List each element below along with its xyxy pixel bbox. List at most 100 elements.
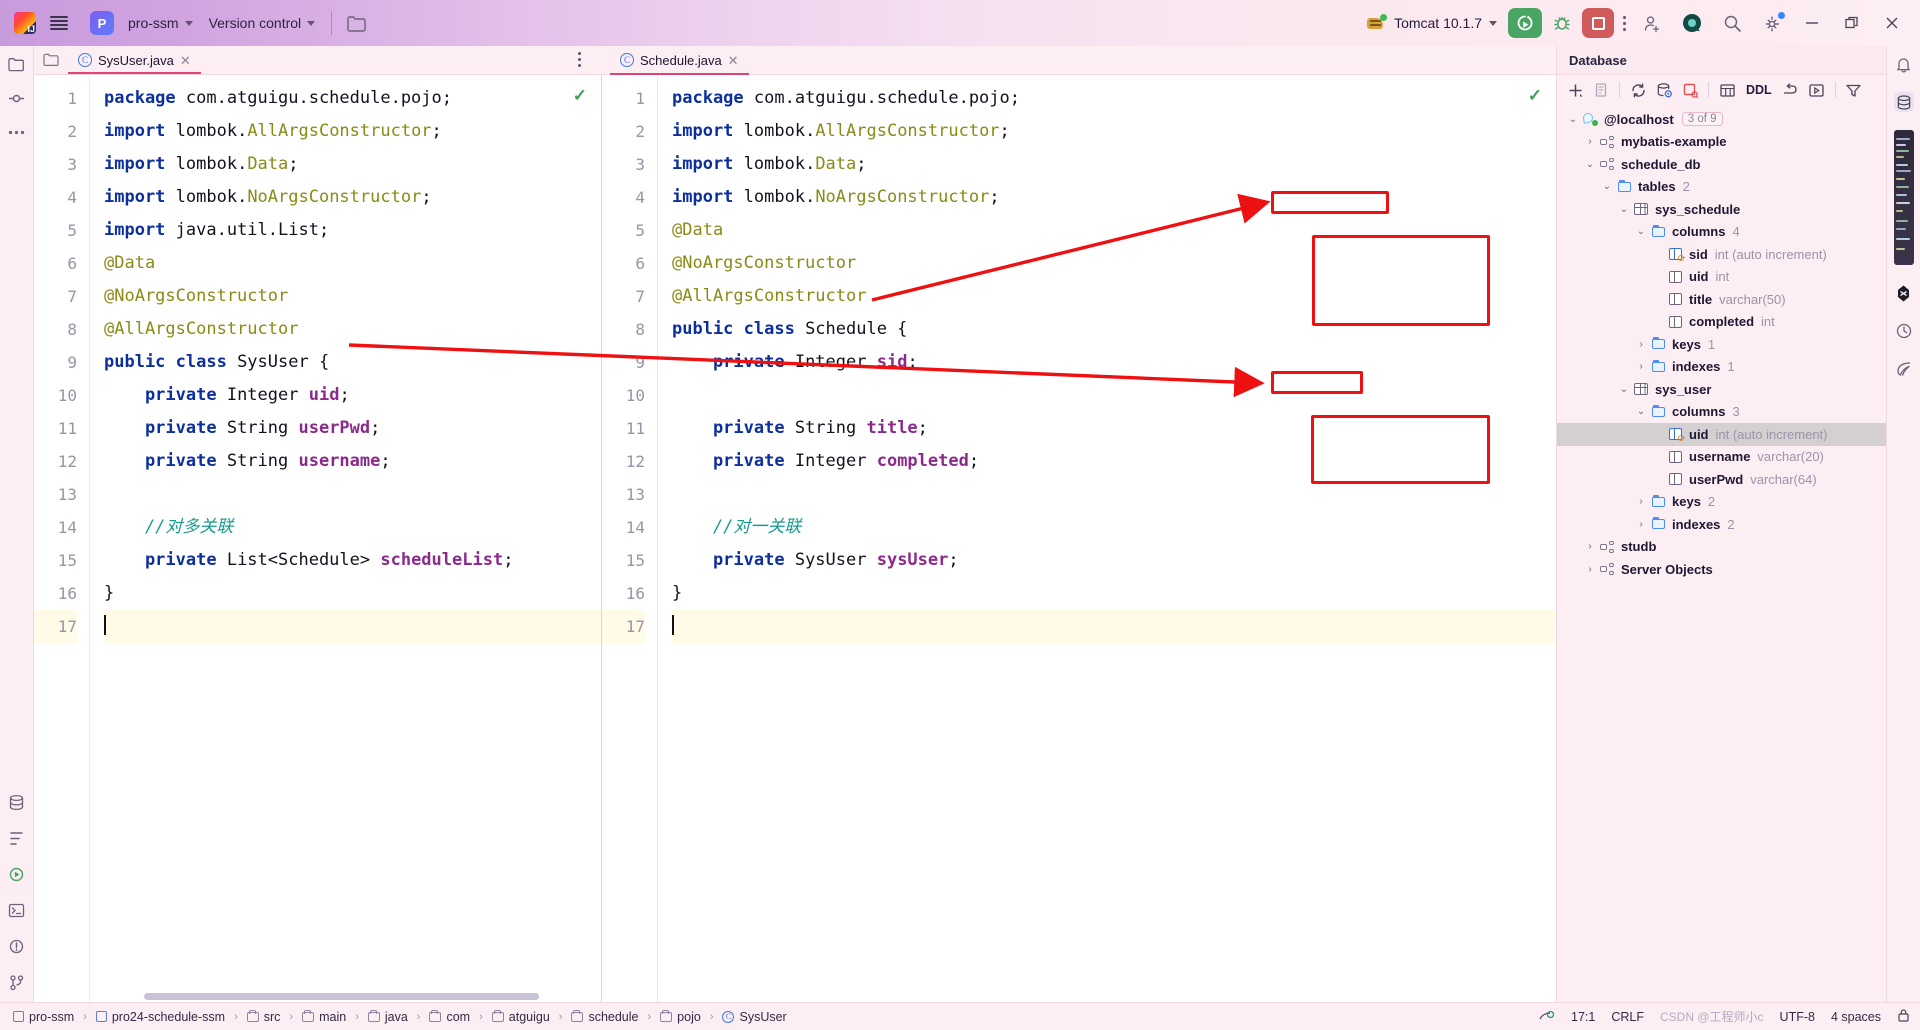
settings-gear-icon[interactable] [1752,6,1792,40]
breadcrumb-item[interactable]: C SysUser [719,1010,789,1024]
code-line[interactable]: import lombok.NoArgsConstructor; [672,181,1556,214]
account-avatar-icon[interactable] [1672,6,1712,40]
code-line[interactable]: import lombok.Data; [672,148,1556,181]
refresh-icon[interactable] [1626,79,1650,101]
open-folder-icon[interactable] [340,6,374,40]
db-tree-row[interactable]: ⌄ sys_user [1557,378,1886,401]
notifications-icon[interactable] [1894,54,1914,74]
magnifier-status-icon[interactable] [1538,1008,1555,1026]
services-tool-window-icon[interactable] [7,864,27,884]
chevron-right-icon[interactable]: › [1633,339,1649,350]
new-query-icon[interactable] [1678,79,1702,101]
project-selector[interactable]: P pro-ssm [82,8,201,38]
chevron-down-icon[interactable]: ⌄ [1616,384,1632,395]
code-line[interactable]: ​ [104,478,601,511]
chevron-down-icon[interactable]: ⌄ [1582,159,1598,170]
code-line[interactable]: private Integer sid; [672,346,1556,379]
run-button[interactable] [1508,8,1542,38]
db-tree-row[interactable]: username varchar(20) [1557,446,1886,469]
history-side-icon[interactable] [1894,321,1914,341]
code-line[interactable]: @NoArgsConstructor [672,247,1556,280]
code-line[interactable]: private Integer uid; [104,379,601,412]
hamburger-menu-icon[interactable] [42,6,76,40]
filter-icon[interactable] [1842,79,1866,101]
table-view-icon[interactable] [1715,79,1739,101]
breadcrumb-item[interactable]: pro24-schedule-ssm [93,1010,228,1024]
code-line[interactable]: @AllArgsConstructor [104,313,601,346]
code-line[interactable]: @Data [104,247,601,280]
db-tree-row[interactable]: › indexes 1 [1557,356,1886,379]
db-tree-row[interactable]: › mybatis-example [1557,131,1886,154]
database-settings-icon[interactable] [1652,79,1676,101]
chevron-down-icon[interactable]: ⌄ [1565,114,1581,125]
ddl-button[interactable]: DDL [1741,83,1777,97]
leaf-side-icon[interactable] [1894,359,1914,379]
code-line[interactable]: private String userPwd; [104,412,601,445]
code-line[interactable]: import lombok.NoArgsConstructor; [104,181,601,214]
code-line[interactable]: ​ [672,379,1556,412]
breadcrumb-item[interactable]: com [426,1009,473,1024]
code-line[interactable]: private SysUser sysUser; [672,544,1556,577]
db-tree-row[interactable]: › keys 1 [1557,333,1886,356]
db-tree-row[interactable]: ⌄ schedule_db [1557,153,1886,176]
code-line[interactable]: package com.atguigu.schedule.pojo; [672,82,1556,115]
close-tab-icon[interactable]: ✕ [728,54,739,67]
version-control-tool-window-icon[interactable] [7,972,27,992]
maven-side-icon[interactable] [1893,130,1914,265]
search-icon[interactable] [1712,6,1752,40]
version-control-selector[interactable]: Version control [201,8,324,38]
inspection-ok-icon-left[interactable]: ✓ [573,86,587,106]
code-line[interactable]: } [672,577,1556,610]
add-user-icon[interactable] [1632,6,1672,40]
maximize-icon[interactable] [1832,6,1872,40]
debug-icon[interactable] [1545,6,1579,40]
breadcrumb-item[interactable]: java [365,1009,411,1024]
code-line[interactable]: package com.atguigu.schedule.pojo; [104,82,601,115]
code-line[interactable]: @AllArgsConstructor [672,280,1556,313]
inspection-ok-icon-right[interactable]: ✓ [1528,86,1542,106]
code-line[interactable]: import lombok.AllArgsConstructor; [672,115,1556,148]
breadcrumb-item[interactable]: src [244,1009,284,1024]
database-tree[interactable]: ⌄ @localhost 3 of 9 › mybatis-example ⌄ schedu… [1557,105,1886,1002]
code-line[interactable]: //对一关联 [672,511,1556,544]
lock-icon[interactable] [1897,1008,1910,1026]
breadcrumb-item[interactable]: schedule [568,1009,641,1024]
caret-position[interactable]: 17:1 [1571,1010,1595,1024]
commit-tool-window-icon[interactable] [7,88,27,108]
chevron-right-icon[interactable]: › [1582,564,1598,575]
chevron-right-icon[interactable]: › [1582,136,1598,147]
structure-tool-window-icon[interactable] [7,828,27,848]
horizontal-scrollbar-left[interactable] [144,993,539,1000]
chevron-down-icon[interactable]: ⌄ [1616,204,1632,215]
code-line[interactable]: @Data [672,214,1556,247]
db-tree-row[interactable]: uid int [1557,266,1886,289]
db-tree-row[interactable]: completed int [1557,311,1886,334]
db-tree-row[interactable]: userPwd varchar(64) [1557,468,1886,491]
code-line[interactable]: import lombok.AllArgsConstructor; [104,115,601,148]
terminal-tool-window-icon[interactable] [7,900,27,920]
code-line[interactable]: private Integer completed; [672,445,1556,478]
db-tree-row[interactable]: › keys 2 [1557,491,1886,514]
tab-sysuser-java[interactable]: C SysUser.java ✕ [68,46,201,74]
editor-tabs-more-left[interactable] [572,52,587,67]
breadcrumb-item[interactable]: main [299,1009,349,1024]
code-line[interactable]: ​ [104,610,601,643]
code-line[interactable]: public class SysUser { [104,346,601,379]
db-tree-row[interactable]: ⌄ @localhost 3 of 9 [1557,108,1886,131]
chevron-right-icon[interactable]: › [1633,361,1649,372]
db-tree-row[interactable]: ⌄ tables 2 [1557,176,1886,199]
close-tab-icon[interactable]: ✕ [180,54,191,67]
stop-button[interactable] [1582,8,1614,38]
db-tree-row[interactable]: › indexes 2 [1557,513,1886,536]
open-console-icon[interactable] [1805,79,1829,101]
breadcrumb[interactable]: pro-ssm › pro24-schedule-ssm › src › main › java… [10,1009,790,1024]
code-line[interactable]: import lombok.Data; [104,148,601,181]
problems-tool-window-icon[interactable] [7,936,27,956]
code-line[interactable]: public class Schedule { [672,313,1556,346]
chevron-down-icon[interactable]: ⌄ [1633,226,1649,237]
db-tree-row[interactable]: uid int (auto increment) [1557,423,1886,446]
tab-schedule-java[interactable]: C Schedule.java ✕ [610,45,749,75]
minimize-icon[interactable] [1792,6,1832,40]
jump-to-icon[interactable] [1779,79,1803,101]
code-line[interactable]: ​ [672,610,1556,643]
